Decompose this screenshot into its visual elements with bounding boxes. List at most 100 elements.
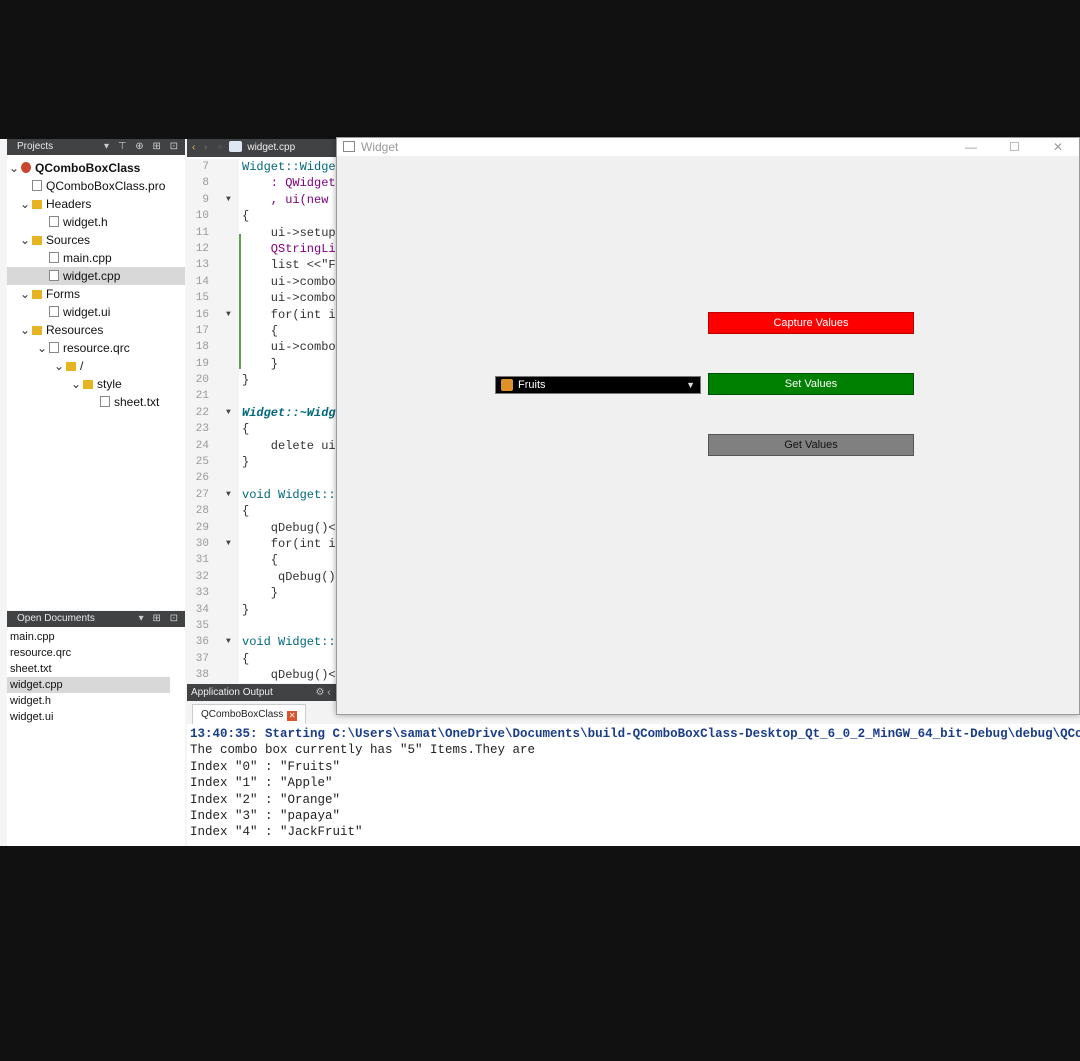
- fold-marker-icon[interactable]: ▼: [226, 487, 231, 503]
- folder-icon: [32, 290, 42, 299]
- code-line: for(int i: [242, 307, 336, 322]
- code-line: void Widget::: [242, 635, 336, 650]
- open-document-item[interactable]: main.cpp: [7, 629, 185, 645]
- project-tree: ⌄ QComboBoxClass QComboBoxClass.pro ⌄ Header…: [7, 159, 185, 411]
- fold-marker-icon[interactable]: ▼: [226, 405, 231, 421]
- code-line: }: [242, 602, 250, 617]
- capture-values-button[interactable]: Capture Values: [708, 312, 914, 334]
- line-number: 37: [187, 651, 239, 667]
- tree-item[interactable]: main.cpp: [7, 249, 185, 267]
- line-number: 10: [187, 208, 239, 224]
- line-number: 13: [187, 257, 239, 273]
- output-controls-icon[interactable]: ⚙ ‹: [276, 687, 331, 698]
- expand-caret-icon[interactable]: ⌄: [18, 285, 32, 303]
- line-number-text: 8: [202, 177, 209, 190]
- chevron-down-icon[interactable]: ▼: [686, 377, 695, 393]
- fruit-icon: [501, 379, 513, 391]
- output-line: Index "2" : "Orange": [190, 792, 341, 807]
- close-tab-icon[interactable]: ✕: [287, 711, 298, 721]
- code-editor[interactable]: ‹ › ▫ widget.cpp 7 8 9 ▼ 10 11 12 13 14 15 16 ▼ 17 18…: [187, 139, 336, 683]
- get-values-button[interactable]: Get Values: [708, 434, 914, 456]
- line-number: 23: [187, 421, 239, 437]
- maximize-icon[interactable]: ☐: [1009, 138, 1020, 156]
- expand-caret-icon[interactable]: ⌄: [18, 195, 32, 213]
- tree-item[interactable]: widget.cpp: [7, 267, 185, 285]
- tree-item[interactable]: sheet.txt: [7, 393, 185, 411]
- line-number-text: 28: [195, 505, 209, 518]
- nav-forward-icon[interactable]: ›: [198, 142, 207, 153]
- output-line: The combo box currently has "5" Items.Th…: [190, 743, 536, 758]
- tree-item[interactable]: QComboBoxClass.pro: [7, 177, 185, 195]
- close-icon[interactable]: ✕: [1053, 138, 1063, 156]
- tree-item[interactable]: ⌄ style: [7, 375, 185, 393]
- code-line: {: [242, 323, 279, 338]
- line-number-text: 36: [195, 636, 209, 649]
- line-number-text: 33: [195, 587, 209, 600]
- widget-titlebar[interactable]: Widget — ☐ ✕: [337, 138, 1079, 156]
- widget-window: Widget — ☐ ✕ Fruits ▼ Capture Values Set…: [336, 137, 1080, 715]
- open-document-item[interactable]: sheet.txt: [7, 661, 185, 677]
- line-number: 34: [187, 602, 239, 618]
- open-document-item[interactable]: widget.cpp: [7, 677, 170, 693]
- expand-caret-icon[interactable]: ⌄: [35, 339, 49, 357]
- line-number-text: 31: [195, 554, 209, 567]
- code-line: Widget::Widge: [242, 160, 336, 174]
- tree-item-label: Resources: [46, 323, 104, 337]
- code-area[interactable]: Widget::Widge : QWidget , ui(new{ ui->se…: [242, 159, 336, 683]
- fold-marker-icon[interactable]: ▼: [226, 307, 231, 323]
- expand-caret-icon[interactable]: ⌄: [18, 231, 32, 249]
- minimize-icon[interactable]: —: [965, 138, 977, 156]
- line-number-text: 25: [195, 456, 209, 469]
- line-number-text: 7: [202, 161, 209, 173]
- open-document-item[interactable]: widget.h: [7, 693, 185, 709]
- set-values-button[interactable]: Set Values: [708, 373, 914, 395]
- application-output-title: Application Output: [191, 687, 273, 698]
- expand-caret-icon[interactable]: ⌄: [7, 159, 21, 177]
- expand-caret-icon[interactable]: ⌄: [69, 375, 83, 393]
- tree-item[interactable]: ⌄ /: [7, 357, 185, 375]
- code-line: QStringLi: [242, 241, 336, 256]
- output-tab[interactable]: QComboBoxClass ✕: [192, 704, 307, 725]
- output-line: Index "3" : "papaya": [190, 808, 341, 823]
- panel-controls-icon[interactable]: ▾ ⊤ ⊕ ⊞ ⊡: [104, 139, 181, 155]
- line-number: 19: [187, 356, 239, 372]
- panel-controls-icon[interactable]: ▾ ⊞ ⊡: [139, 611, 181, 627]
- line-number-text: 13: [195, 259, 209, 272]
- tree-item[interactable]: ⌄ QComboBoxClass: [7, 159, 185, 177]
- code-line: {: [242, 553, 279, 568]
- expand-caret-icon[interactable]: ⌄: [18, 321, 32, 339]
- tree-item[interactable]: widget.ui: [7, 303, 185, 321]
- tree-item[interactable]: ⌄ Sources: [7, 231, 185, 249]
- fold-marker-icon[interactable]: ▼: [226, 634, 231, 650]
- code-line: ui->combo: [242, 291, 336, 306]
- fold-marker-icon[interactable]: ▼: [226, 192, 231, 208]
- code-line: void Widget::: [242, 487, 336, 502]
- expand-caret-icon[interactable]: ⌄: [52, 357, 66, 375]
- fruits-combobox[interactable]: Fruits ▼: [495, 376, 701, 394]
- open-document-item[interactable]: resource.qrc: [7, 645, 185, 661]
- file-icon: [49, 342, 59, 353]
- file-icon: [49, 216, 59, 227]
- tree-item[interactable]: widget.h: [7, 213, 185, 231]
- line-number-text: 11: [195, 226, 209, 239]
- line-number-text: 27: [195, 488, 209, 501]
- nav-back-icon[interactable]: ‹: [187, 142, 195, 153]
- tree-item[interactable]: ⌄ resource.qrc: [7, 339, 185, 357]
- output-start-line: 13:40:35: Starting C:\Users\samat\OneDri…: [190, 727, 1080, 741]
- line-number: 25: [187, 454, 239, 470]
- tree-item[interactable]: ⌄ Forms: [7, 285, 185, 303]
- file-icon: [49, 270, 59, 281]
- application-output: 13:40:35: Starting C:\Users\samat\OneDri…: [187, 724, 1080, 846]
- editor-tab-label[interactable]: widget.cpp: [244, 142, 295, 153]
- code-line: }: [242, 586, 279, 601]
- open-documents-list: main.cpp resource.qrc sheet.txt widget.cpp w…: [7, 627, 185, 725]
- line-number-text: 22: [195, 406, 209, 419]
- fold-marker-icon[interactable]: ▼: [226, 536, 231, 552]
- open-document-item[interactable]: widget.ui: [7, 709, 185, 725]
- folder-icon: [66, 362, 76, 371]
- tree-item[interactable]: ⌄ Headers: [7, 195, 185, 213]
- change-marker: [239, 234, 241, 369]
- code-line: ui->combo: [242, 274, 336, 289]
- tree-item[interactable]: ⌄ Resources: [7, 321, 185, 339]
